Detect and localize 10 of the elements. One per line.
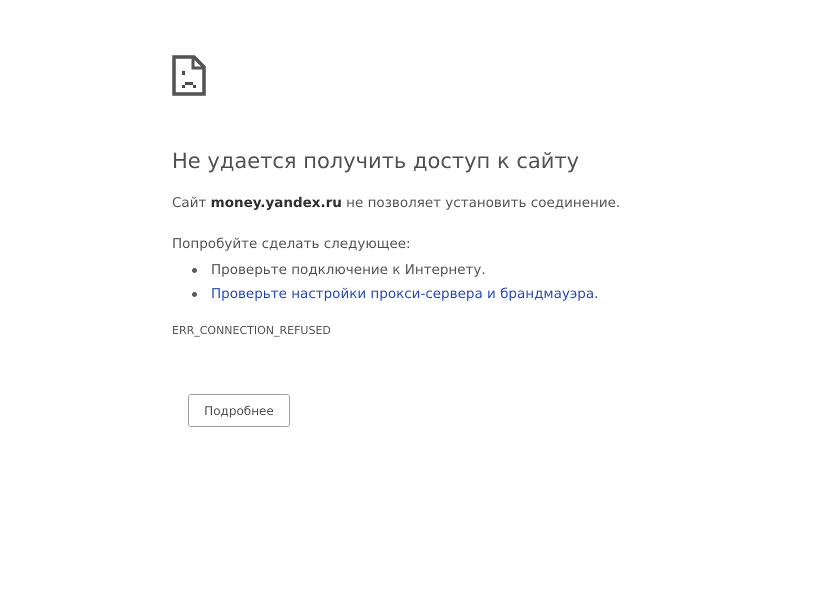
- sad-page-icon: [172, 55, 206, 96]
- suggestion-text: Проверьте подключение к Интернету.: [211, 261, 486, 280]
- error-message: Сайт money.yandex.ru не позволяет установить соединение.: [172, 194, 622, 212]
- details-button[interactable]: Подробнее: [188, 394, 290, 427]
- suggestions-intro: Попробуйте сделать следующее:: [172, 235, 412, 253]
- error-heading: Не удается получить доступ к сайту: [172, 148, 580, 175]
- bullet-icon: [192, 292, 197, 296]
- bullet-icon: [192, 268, 197, 272]
- proxy-settings-link[interactable]: Проверьте настройки прокси-сервера и брандмауэра.: [211, 282, 598, 306]
- error-code: ERR_CONNECTION_REFUSED: [172, 324, 332, 338]
